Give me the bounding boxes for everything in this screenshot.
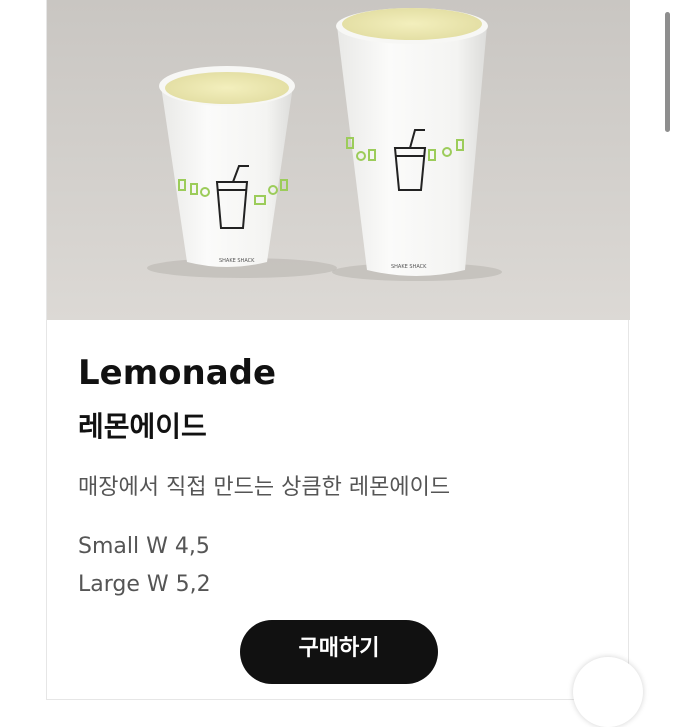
- product-card: SHAKE SHACK SHAKE SHACK Lemonade 레몬에이드 매…: [46, 0, 630, 700]
- product-photo: SHAKE SHACK SHAKE SHACK: [47, 0, 630, 320]
- product-name-ko: 레몬에이드: [78, 410, 207, 443]
- buy-button[interactable]: 구매하기: [240, 620, 438, 684]
- svg-text:SHAKE SHACK: SHAKE SHACK: [219, 258, 255, 264]
- lemonade-cups-photo: SHAKE SHACK SHAKE SHACK: [47, 0, 630, 320]
- price-small: Small W 4,5: [78, 534, 210, 559]
- floating-action-button[interactable]: [573, 657, 643, 727]
- scrollbar[interactable]: [665, 12, 670, 132]
- buy-button-label: 구매하기: [298, 636, 380, 661]
- product-name-en: Lemonade: [78, 353, 277, 393]
- product-description: 매장에서 직접 만드는 상큼한 레몬에이드: [78, 475, 451, 500]
- svg-text:SHAKE SHACK: SHAKE SHACK: [391, 264, 427, 270]
- price-large: Large W 5,2: [78, 572, 211, 597]
